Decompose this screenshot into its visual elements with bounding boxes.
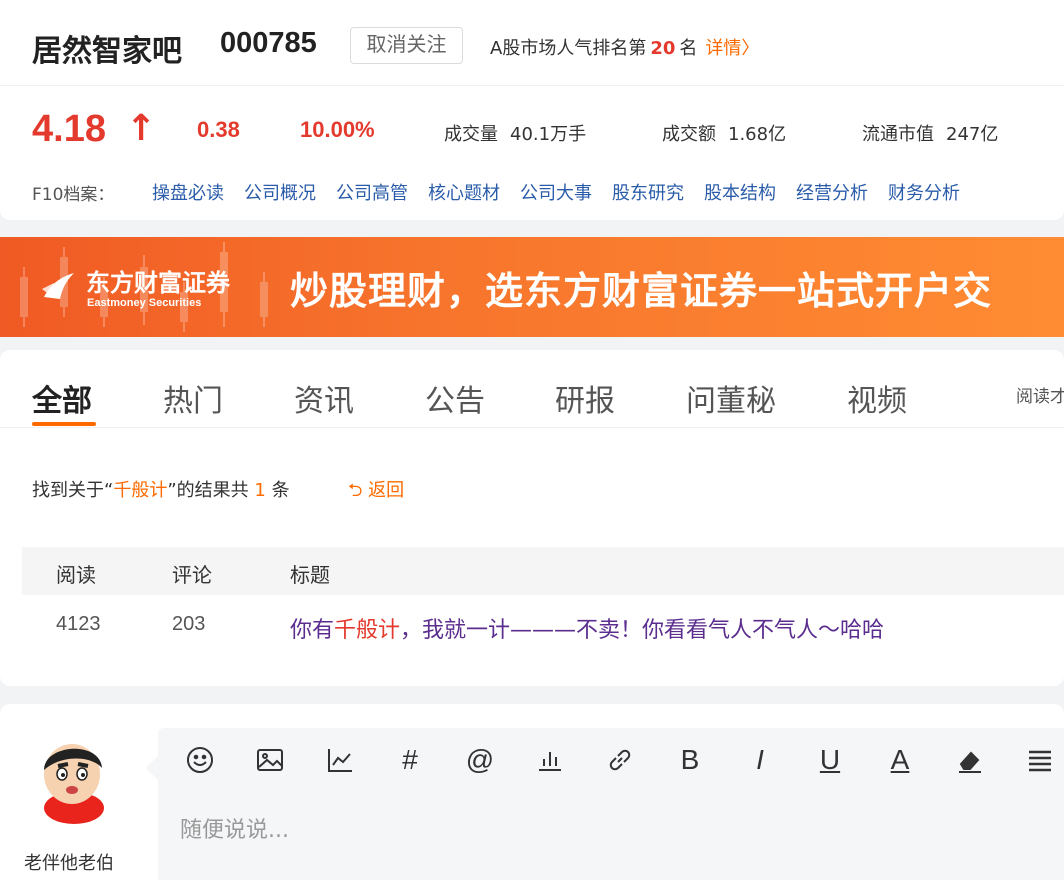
row-reads: 4123 [56, 613, 101, 635]
active-tab-indicator [32, 422, 96, 426]
link-icon[interactable] [602, 742, 638, 778]
align-icon[interactable] [1022, 742, 1058, 778]
f10-link-trading-guide[interactable]: 操盘必读 [152, 183, 224, 204]
table-row: 4123 203 你有千般计，我就一计———不卖！你看看气人不气人～哈哈 [22, 599, 1064, 651]
tab-announcements[interactable]: 公告 [425, 376, 485, 420]
tab-bar: 全部 热门 资讯 公告 研报 问董秘 视频 阅读才 [0, 350, 1064, 428]
current-price: 4.18 [32, 108, 106, 150]
price-change: 0.38 [197, 117, 240, 142]
comment-editor[interactable]: # @ B I U A 随便说说... [146, 728, 1064, 880]
tab-hot[interactable]: 热门 [163, 376, 223, 420]
eraser-icon[interactable] [952, 742, 988, 778]
return-icon: ⮌ [348, 480, 363, 501]
rank-number: 20 [650, 38, 676, 59]
eastmoney-logo-icon [42, 273, 74, 299]
back-button[interactable]: ⮌ 返回 [348, 476, 404, 508]
price-change-pct: 10.00% [300, 117, 375, 142]
arrow-up-icon: ↑ [126, 108, 157, 149]
banner-logo-en: Eastmoney Securities [87, 297, 202, 309]
f10-link-share-structure[interactable]: 股本结构 [704, 183, 776, 204]
title-keyword-highlight: 千般计 [334, 618, 401, 643]
banner-logo-text: 东方财富证券 [86, 268, 230, 297]
italic-icon[interactable]: I [742, 742, 778, 778]
popularity-rank: A股市场人气排名第 20 名详情〉 [490, 34, 759, 60]
underline-icon[interactable]: U [812, 742, 848, 778]
details-link[interactable]: 详情〉 [705, 38, 759, 59]
f10-link-operations[interactable]: 经营分析 [796, 183, 868, 204]
rank-prefix: A股市场人气排名第 [490, 38, 647, 59]
tab-all[interactable]: 全部 [32, 376, 92, 420]
avatar[interactable] [32, 734, 116, 824]
back-label: 返回 [368, 480, 405, 501]
image-icon[interactable] [252, 742, 288, 778]
ad-banner[interactable]: 东方财富证券 Eastmoney Securities 炒股理财，选东方财富证券… [0, 237, 1064, 337]
rank-suffix: 名 [679, 38, 698, 59]
banner-slogan: 炒股理财，选东方财富证券一站式开户交 [290, 269, 993, 313]
username: 老伴他老伯 [24, 853, 114, 874]
float-cap-label: 流通市值 [862, 124, 934, 145]
volume-stat: 成交量 40.1万手 [444, 120, 586, 146]
column-comments: 评论 [172, 563, 212, 587]
tab-ask-secretary[interactable]: 问董秘 [686, 376, 776, 420]
f10-label: F10档案： [32, 185, 115, 205]
table-header: 阅读 评论 标题 [22, 547, 1064, 595]
turnover-value: 1.68亿 [728, 124, 787, 145]
mention-icon[interactable]: @ [462, 742, 498, 778]
stock-header-card: 居然智家吧 000785 取消关注 A股市场人气排名第 20 名详情〉 4.18 ↑… [0, 0, 1064, 220]
float-cap-value: 247亿 [946, 124, 999, 145]
post-list-card: 全部 热门 资讯 公告 研报 问董秘 视频 阅读才 找到关于“千般计”的结果共 … [0, 350, 1064, 686]
unfollow-button[interactable]: 取消关注 [350, 27, 463, 64]
post-title-link[interactable]: 你有千般计，我就一计———不卖！你看看气人不气人～哈哈 [290, 612, 884, 644]
volume-label: 成交量 [444, 124, 498, 145]
turnover-label: 成交额 [662, 124, 716, 145]
f10-link-company-profile[interactable]: 公司概况 [244, 183, 316, 204]
f10-link-shareholders[interactable]: 股东研究 [612, 183, 684, 204]
tab-video[interactable]: 视频 [847, 376, 907, 420]
f10-link-major-events[interactable]: 公司大事 [520, 183, 592, 204]
search-result-summary: 找到关于“千般计”的结果共 1 条 [32, 480, 290, 501]
topic-hash-icon[interactable]: # [392, 742, 428, 778]
result-count: 1 [254, 480, 266, 501]
bold-icon[interactable]: B [672, 742, 708, 778]
turnover-stat: 成交额 1.68亿 [662, 120, 786, 146]
editor-pointer [146, 756, 158, 780]
comment-placeholder: 随便说说... [180, 818, 289, 843]
row-comments: 203 [172, 613, 206, 635]
float-cap-stat: 流通市值 247亿 [862, 120, 998, 146]
f10-links: 操盘必读 公司概况 公司高管 核心题材 公司大事 股东研究 股本结构 经营分析 财务分析 [152, 179, 980, 205]
font-color-icon[interactable]: A [882, 742, 918, 778]
chart-icon[interactable] [322, 742, 358, 778]
emoji-icon[interactable] [182, 742, 218, 778]
stock-code[interactable]: 000785 [220, 27, 317, 60]
column-title: 标题 [290, 563, 330, 587]
tab-research[interactable]: 研报 [555, 376, 615, 420]
f10-link-executives[interactable]: 公司高管 [336, 183, 408, 204]
column-reads: 阅读 [56, 563, 96, 587]
tab-news[interactable]: 资讯 [294, 376, 354, 420]
f10-link-core-themes[interactable]: 核心题材 [428, 183, 500, 204]
sort-by-reads[interactable]: 阅读才 [1016, 382, 1064, 407]
chevron-right-icon: 〉 [741, 38, 760, 59]
bar-name[interactable]: 居然智家吧 [32, 26, 182, 70]
volume-value: 40.1万手 [510, 124, 587, 145]
title-row: 居然智家吧 000785 取消关注 A股市场人气排名第 20 名详情〉 [0, 0, 1064, 86]
search-keyword: 千般计 [113, 480, 168, 501]
f10-link-financials[interactable]: 财务分析 [888, 183, 960, 204]
comment-composer-card: 老伴他老伯 # @ B I U A 随便说说... [0, 704, 1064, 880]
stock-bar-chart-icon[interactable] [532, 742, 568, 778]
